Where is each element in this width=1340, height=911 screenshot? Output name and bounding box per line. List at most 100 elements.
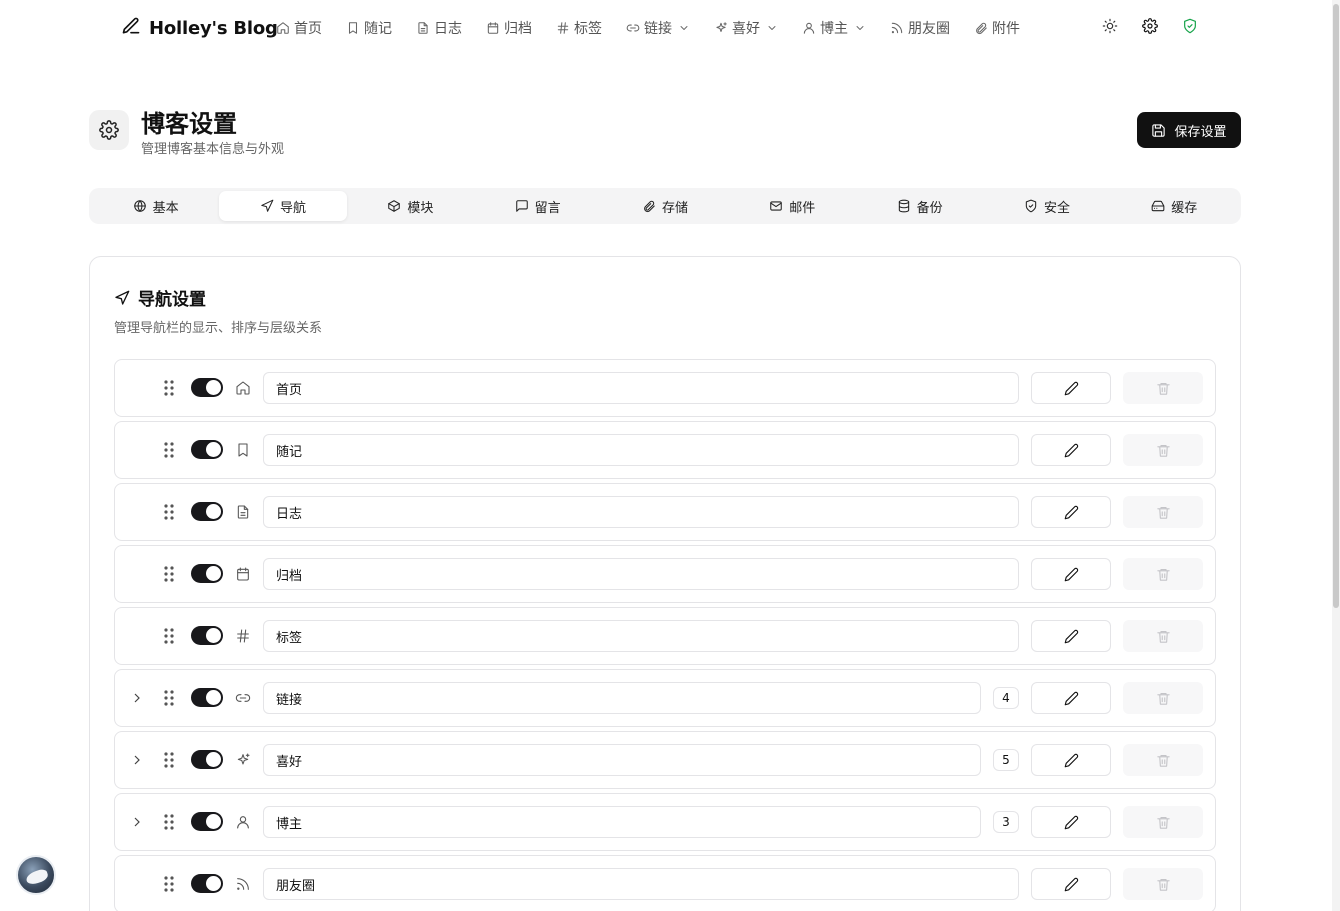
nav-name-input[interactable]: 标签 bbox=[263, 620, 1019, 652]
nav-item-attachments[interactable]: 附件 bbox=[974, 18, 1020, 38]
user-icon bbox=[803, 22, 815, 34]
nav-item-label: 首页 bbox=[294, 21, 322, 37]
globe-icon bbox=[133, 200, 146, 212]
edit-button[interactable] bbox=[1031, 744, 1111, 776]
nav-item-journal[interactable]: 日志 bbox=[416, 18, 462, 38]
tab-comments[interactable]: 留言 bbox=[474, 191, 601, 221]
settings-tabs: 基本 导航 模块 留言 存储 邮件 备份 安全 缓存 bbox=[89, 188, 1241, 224]
delete-button[interactable] bbox=[1123, 682, 1203, 714]
nav-name-input[interactable]: 链接 bbox=[263, 682, 981, 714]
edit-button[interactable] bbox=[1031, 434, 1111, 466]
sparkles-icon bbox=[716, 22, 727, 33]
tab-basic[interactable]: 基本 bbox=[92, 191, 219, 221]
trash-icon bbox=[1156, 754, 1170, 767]
nav-item-archive[interactable]: 归档 bbox=[486, 18, 532, 38]
tab-modules[interactable]: 模块 bbox=[347, 191, 474, 221]
nav-item-notes[interactable]: 随记 bbox=[346, 18, 392, 38]
tab-label: 留言 bbox=[534, 200, 561, 216]
nav-item-hobbies[interactable]: 喜好 bbox=[714, 18, 778, 38]
floating-avatar-widget[interactable] bbox=[16, 855, 56, 895]
visibility-toggle[interactable] bbox=[191, 874, 223, 893]
chevron-down-icon bbox=[680, 26, 688, 30]
delete-button[interactable] bbox=[1123, 620, 1203, 652]
delete-button[interactable] bbox=[1123, 806, 1203, 838]
page-title: 博客设置 bbox=[141, 110, 237, 138]
delete-button[interactable] bbox=[1123, 868, 1203, 900]
edit-button[interactable] bbox=[1031, 372, 1111, 404]
delete-button[interactable] bbox=[1123, 434, 1203, 466]
drag-handle-icon[interactable] bbox=[163, 690, 175, 706]
tab-label: 缓存 bbox=[1171, 200, 1198, 216]
calendar-icon bbox=[235, 566, 251, 582]
drag-handle-icon[interactable] bbox=[163, 814, 175, 830]
nav-name-input[interactable]: 日志 bbox=[263, 496, 1019, 528]
delete-button[interactable] bbox=[1123, 496, 1203, 528]
nav-item-links[interactable]: 链接 bbox=[626, 18, 690, 38]
visibility-toggle[interactable] bbox=[191, 750, 223, 769]
chevron-right-icon[interactable] bbox=[129, 814, 145, 830]
chevron-right-icon[interactable] bbox=[129, 752, 145, 768]
visibility-toggle[interactable] bbox=[191, 626, 223, 645]
tab-mail[interactable]: 邮件 bbox=[729, 191, 856, 221]
chevron-right-icon[interactable] bbox=[129, 690, 145, 706]
scrollbar-thumb[interactable] bbox=[1333, 4, 1339, 608]
drag-handle-icon[interactable] bbox=[163, 752, 175, 768]
pencil-icon bbox=[1064, 505, 1078, 519]
nav-item-label: 随记 bbox=[364, 21, 392, 37]
drag-handle-icon[interactable] bbox=[163, 628, 175, 644]
drag-handle-icon[interactable] bbox=[163, 566, 175, 582]
gear-icon[interactable] bbox=[1142, 18, 1158, 34]
nav-name-input[interactable]: 博主 bbox=[263, 806, 981, 838]
sun-icon[interactable] bbox=[1102, 18, 1118, 34]
edit-button[interactable] bbox=[1031, 868, 1111, 900]
visibility-toggle[interactable] bbox=[191, 440, 223, 459]
brand-link[interactable]: Holley's Blog bbox=[121, 16, 278, 40]
visibility-toggle[interactable] bbox=[191, 502, 223, 521]
navigation-settings-card: 导航设置 管理导航栏的显示、排序与层级关系 首页 随记 日志 归档 标签 链接 … bbox=[89, 256, 1241, 911]
save-settings-button[interactable]: 保存设置 bbox=[1137, 112, 1241, 148]
message-icon bbox=[515, 200, 528, 212]
pencil-icon bbox=[1064, 567, 1078, 581]
pencil-icon bbox=[1064, 691, 1078, 705]
delete-button[interactable] bbox=[1123, 372, 1203, 404]
drag-handle-icon[interactable] bbox=[163, 876, 175, 892]
page-scrollbar[interactable] bbox=[1332, 0, 1340, 911]
drag-handle-icon[interactable] bbox=[163, 380, 175, 396]
visibility-toggle[interactable] bbox=[191, 812, 223, 831]
edit-button[interactable] bbox=[1031, 496, 1111, 528]
nav-name-input[interactable]: 归档 bbox=[263, 558, 1019, 590]
trash-icon bbox=[1156, 630, 1170, 643]
tab-navigation[interactable]: 导航 bbox=[219, 191, 347, 221]
nav-item-tags[interactable]: 标签 bbox=[556, 18, 602, 38]
tab-backup[interactable]: 备份 bbox=[856, 191, 983, 221]
nav-name-input[interactable]: 喜好 bbox=[263, 744, 981, 776]
nav-name-input[interactable]: 随记 bbox=[263, 434, 1019, 466]
tab-storage[interactable]: 存储 bbox=[601, 191, 728, 221]
delete-button[interactable] bbox=[1123, 744, 1203, 776]
edit-button[interactable] bbox=[1031, 558, 1111, 590]
edit-button[interactable] bbox=[1031, 682, 1111, 714]
drag-handle-icon[interactable] bbox=[163, 504, 175, 520]
nav-item-blogger[interactable]: 博主 bbox=[802, 18, 866, 38]
page-subtitle: 管理博客基本信息与外观 bbox=[141, 142, 285, 157]
nav-item-home[interactable]: 首页 bbox=[276, 18, 322, 38]
edit-button[interactable] bbox=[1031, 620, 1111, 652]
delete-button[interactable] bbox=[1123, 558, 1203, 590]
nav-row-journal: 日志 bbox=[114, 483, 1216, 541]
gear-icon bbox=[99, 120, 119, 140]
tab-security[interactable]: 安全 bbox=[983, 191, 1110, 221]
nav-item-moments[interactable]: 朋友圈 bbox=[890, 18, 950, 38]
section-title: 导航设置 bbox=[114, 285, 206, 310]
nav-name-input[interactable]: 首页 bbox=[263, 372, 1019, 404]
tab-cache[interactable]: 缓存 bbox=[1111, 191, 1238, 221]
nav-item-label: 标签 bbox=[574, 21, 602, 37]
edit-button[interactable] bbox=[1031, 806, 1111, 838]
visibility-toggle[interactable] bbox=[191, 378, 223, 397]
visibility-toggle[interactable] bbox=[191, 688, 223, 707]
shield-check-icon[interactable] bbox=[1182, 18, 1198, 34]
nav-name-input[interactable]: 朋友圈 bbox=[263, 868, 1019, 900]
navigation-icon bbox=[261, 199, 274, 212]
nav-item-label: 附件 bbox=[992, 21, 1020, 37]
drag-handle-icon[interactable] bbox=[163, 442, 175, 458]
visibility-toggle[interactable] bbox=[191, 564, 223, 583]
